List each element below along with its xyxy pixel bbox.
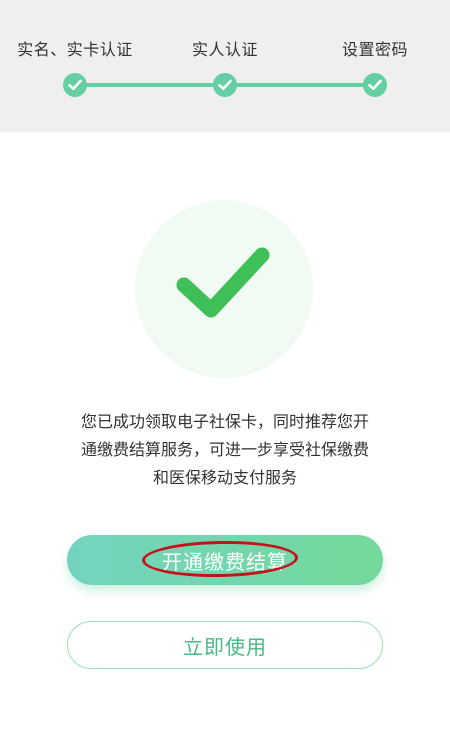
- step-label-face-verify: 实人认证: [191, 40, 259, 59]
- message-line: 通缴费结算服务，可进一步享受社保缴费: [80, 440, 369, 459]
- message-line: 您已成功领取电子社保卡，同时推荐您开: [80, 412, 369, 431]
- step-connector-2: [225, 83, 375, 87]
- check-icon: [176, 247, 270, 318]
- step-done-icon: [213, 73, 237, 97]
- step-connector-1: [75, 83, 225, 87]
- step-done-icon: [63, 73, 87, 97]
- use-now-button[interactable]: 立即使用: [67, 621, 383, 669]
- step-label-set-password: 设置密码: [341, 40, 409, 59]
- step-label-realname: 实名、实卡认证: [17, 40, 133, 59]
- use-now-label: 立即使用: [183, 634, 267, 659]
- progress-stepper: 实名、实卡认证 实人认证 设置密码: [0, 0, 450, 132]
- step-done-icon: [363, 73, 387, 97]
- message-line: 和医保移动支付服务: [152, 468, 297, 487]
- success-icon-container: [135, 200, 313, 378]
- success-message: 您已成功领取电子社保卡，同时推荐您开 通缴费结算服务，可进一步享受社保缴费 和医…: [60, 408, 390, 492]
- enable-payment-settlement-button[interactable]: 开通缴费结算: [67, 535, 383, 585]
- success-page: 实名、实卡认证 实人认证 设置密码 您已成功领取电子社保卡，同时推荐您开 通缴费…: [0, 0, 450, 750]
